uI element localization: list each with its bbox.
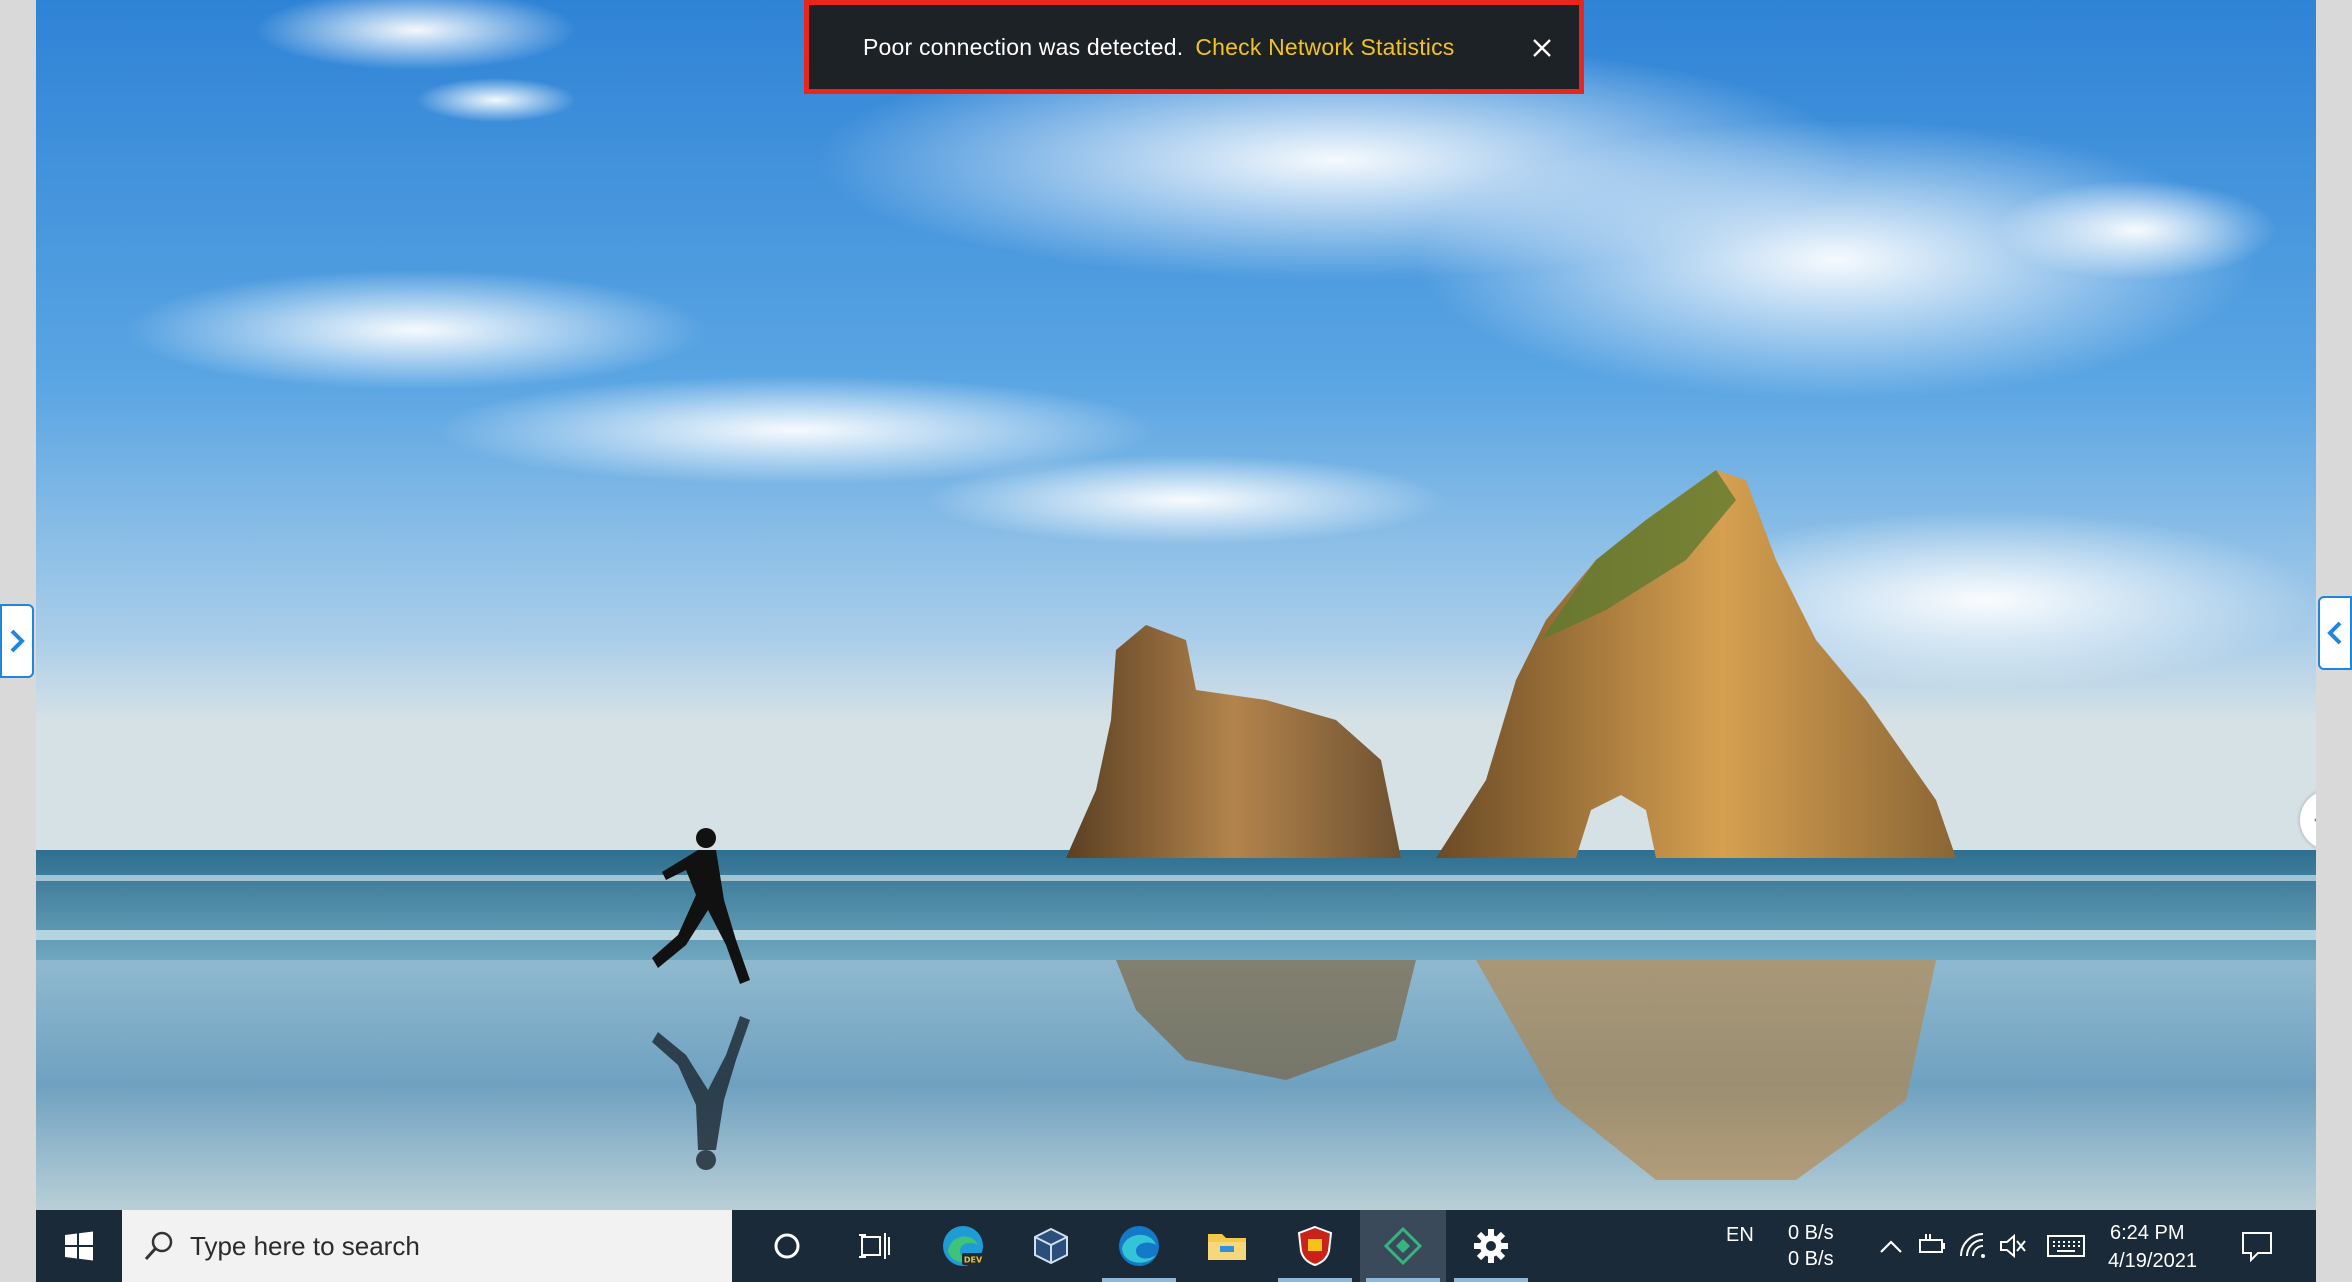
toast-message: Poor connection was detected. — [863, 33, 1184, 60]
task-view-button[interactable] — [832, 1210, 918, 1282]
check-network-statistics-link[interactable]: Check Network Statistics — [1195, 34, 1454, 61]
settings-running-indicator — [1454, 1278, 1528, 1282]
remote-desktop-app-running-indicator — [1366, 1278, 1440, 1282]
settings-button[interactable] — [1448, 1210, 1534, 1282]
start-button[interactable] — [36, 1210, 122, 1282]
circle-icon — [774, 1233, 800, 1259]
cube-icon — [1034, 1227, 1068, 1265]
edge-running-indicator — [1102, 1278, 1176, 1282]
notification-icon[interactable] — [2240, 1230, 2274, 1262]
edge-dev-button[interactable]: DEV — [920, 1210, 1006, 1282]
clock-time[interactable]: 6:24 PM — [2110, 1222, 2184, 1245]
taskbar: Type here to search DEV EN 0 B/s 0 B/s 6… — [36, 1210, 2316, 1282]
keyboard-icon[interactable] — [2046, 1232, 2086, 1260]
volume-muted-icon[interactable] — [1998, 1232, 2028, 1260]
remote-desktop-app-button[interactable] — [1360, 1210, 1446, 1282]
chevron-right-icon — [10, 629, 25, 653]
taskbar-search-box[interactable]: Type here to search — [122, 1210, 732, 1282]
search-placeholder: Type here to search — [190, 1230, 420, 1261]
security-app-button[interactable] — [1272, 1210, 1358, 1282]
edge-dev-icon: DEV — [943, 1226, 984, 1266]
desktop-wallpaper — [36, 0, 2316, 1210]
battery-icon[interactable] — [1916, 1232, 1948, 1258]
edge-button[interactable] — [1096, 1210, 1182, 1282]
windows-logo-icon — [65, 1231, 93, 1261]
left-panel-toggle[interactable] — [0, 604, 34, 678]
search-icon — [144, 1231, 173, 1261]
task-view-icon — [859, 1233, 890, 1259]
input-language-indicator[interactable]: EN — [1726, 1224, 1754, 1247]
right-panel-toggle[interactable] — [2318, 596, 2352, 670]
clock-date[interactable]: 4/19/2021 — [2108, 1250, 2197, 1273]
wifi-icon[interactable] — [1958, 1232, 1988, 1260]
virtualbox-button[interactable] — [1008, 1210, 1094, 1282]
chevron-left-icon — [2327, 621, 2342, 645]
network-download-rate: 0 B/s — [1788, 1248, 1834, 1270]
remote-app-diamond-icon — [2314, 818, 2316, 822]
edge-dev-badge: DEV — [964, 1256, 983, 1265]
cortana-button[interactable] — [744, 1210, 830, 1282]
folder-icon — [1208, 1234, 1246, 1260]
network-upload-rate: 0 B/s — [1788, 1222, 1834, 1244]
poor-connection-toast: Poor connection was detected. Check Netw… — [804, 0, 1584, 94]
file-explorer-button[interactable] — [1184, 1210, 1270, 1282]
gear-icon — [1474, 1229, 1508, 1263]
diamond-icon — [1383, 1226, 1423, 1266]
edge-icon — [1119, 1226, 1159, 1266]
remote-desktop-frame: Poor connection was detected. Check Netw… — [36, 0, 2316, 1282]
security-app-running-indicator — [1278, 1278, 1352, 1282]
chevron-up-icon[interactable] — [1878, 1234, 1904, 1258]
shield-icon — [1297, 1225, 1333, 1267]
close-icon[interactable] — [1531, 37, 1553, 59]
